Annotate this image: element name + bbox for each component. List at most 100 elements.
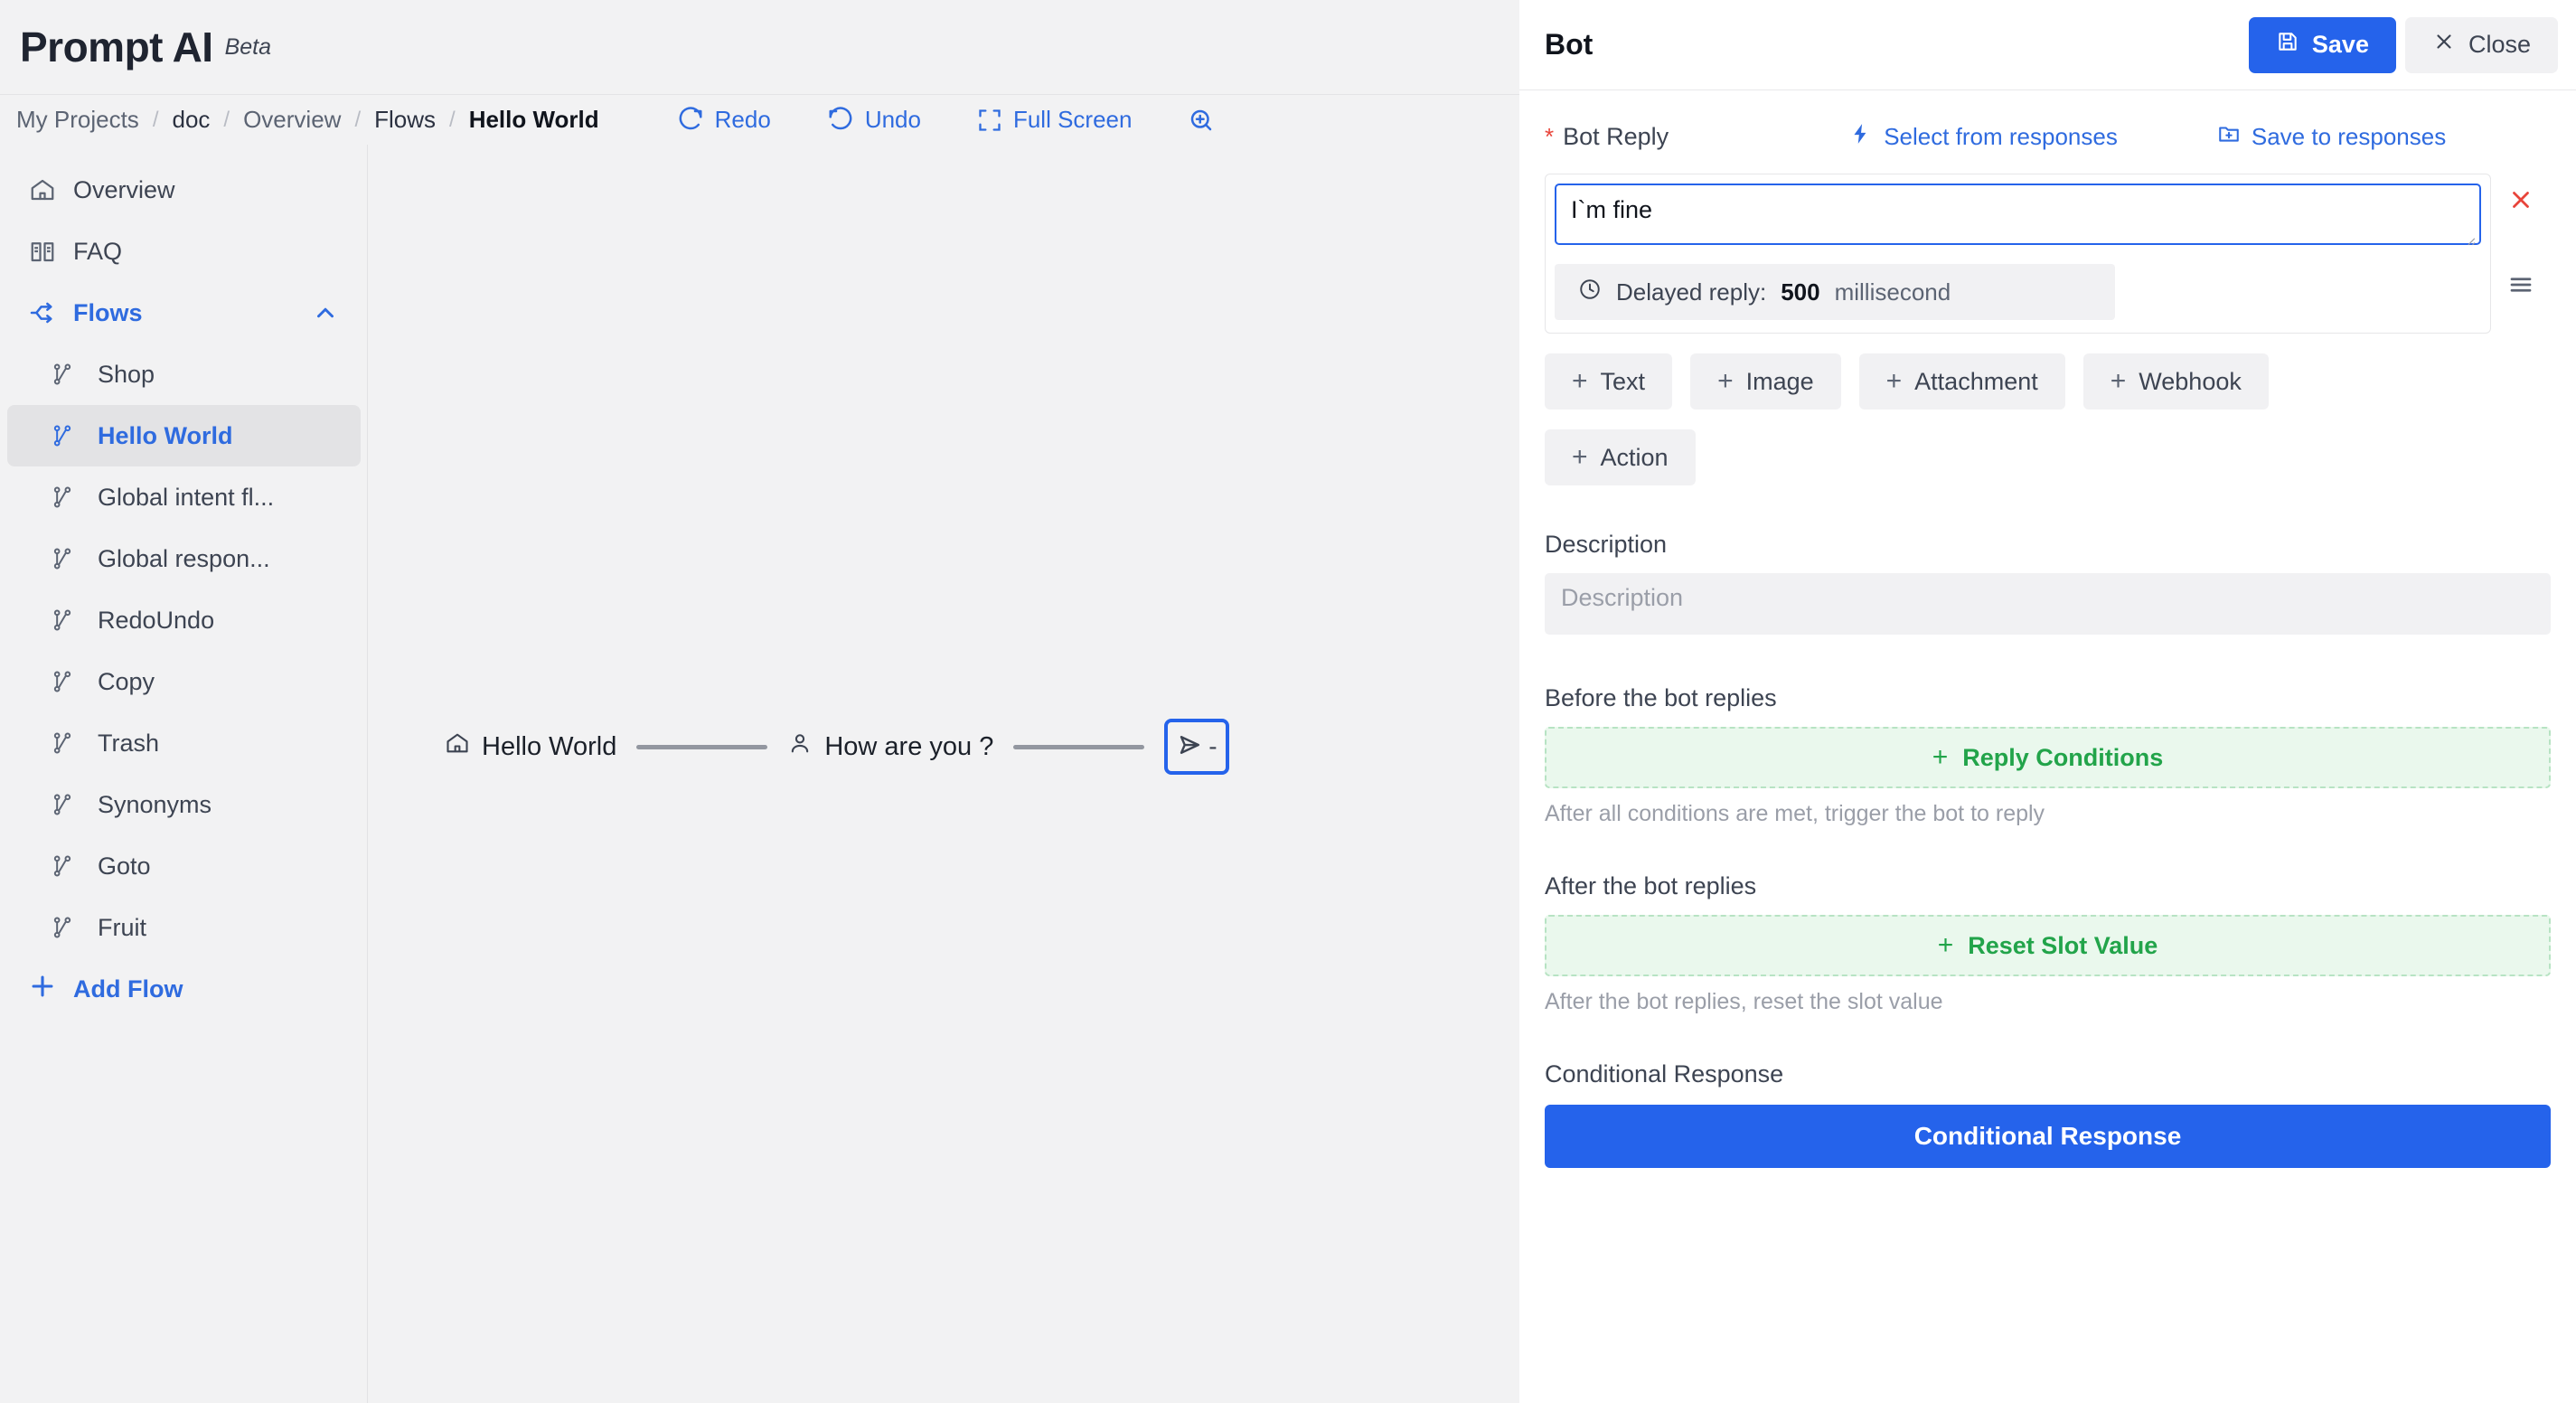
sidebar-item-faq[interactable]: FAQ — [7, 221, 361, 282]
breadcrumb-item-doc[interactable]: doc — [172, 106, 210, 134]
plus-icon: + — [1885, 366, 1903, 396]
conditional-response-button[interactable]: Conditional Response — [1545, 1105, 2551, 1168]
delayed-reply-unit: millisecond — [1834, 278, 1951, 306]
lightning-icon — [1849, 122, 1873, 152]
breadcrumb: My Projects / doc / Overview / Flows / H… — [16, 106, 599, 134]
delete-reply-button[interactable] — [2507, 186, 2534, 219]
add-webhook-button[interactable]: + Webhook — [2082, 353, 2269, 410]
breadcrumb-item-my-projects[interactable]: My Projects — [16, 106, 139, 134]
sidebar-item-trash[interactable]: Trash — [7, 712, 361, 774]
sidebar-item-shop[interactable]: Shop — [7, 344, 361, 405]
flow-connector — [636, 744, 768, 749]
undo-icon — [827, 106, 854, 134]
branch-icon — [47, 730, 78, 756]
sidebar-item-label: Goto — [98, 852, 151, 880]
brand-bar: Prompt AI Beta — [0, 0, 1519, 95]
add-flow-label: Add Flow — [73, 975, 183, 1003]
description-input[interactable] — [1545, 573, 2551, 635]
flow-connector — [1013, 744, 1145, 749]
flow-node-label: Hello World — [482, 731, 617, 761]
save-to-responses-label: Save to responses — [2251, 122, 2447, 150]
sidebar-item-goto[interactable]: Goto — [7, 835, 361, 897]
plus-icon: + — [1717, 366, 1734, 396]
folder-plus-icon — [2217, 122, 2241, 152]
sidebar-item-fruit[interactable]: Fruit — [7, 897, 361, 958]
flow-branch-icon — [27, 298, 58, 327]
reply-conditions-label: Reply Conditions — [1962, 743, 2164, 771]
panel-title: Bot — [1545, 28, 1594, 61]
bot-reply-card: Delayed reply: 500 millisecond — [1545, 174, 2491, 334]
add-image-label: Image — [1745, 367, 1814, 395]
conditional-response-label: Conditional Response — [1913, 1122, 2182, 1150]
breadcrumb-separator: / — [449, 107, 456, 132]
drag-handle-icon[interactable] — [2507, 271, 2534, 303]
sidebar-item-redoundo[interactable]: RedoUndo — [7, 589, 361, 651]
add-image-button[interactable]: + Image — [1690, 353, 1841, 410]
save-button[interactable]: Save — [2248, 16, 2396, 73]
sidebar-item-label: Global respon... — [98, 544, 270, 572]
sidebar-item-label: FAQ — [73, 237, 123, 265]
after-reply-hint: After the bot replies, reset the slot va… — [1545, 989, 1943, 1014]
add-text-button[interactable]: + Text — [1545, 353, 1673, 410]
floppy-disk-icon — [2276, 30, 2299, 60]
breadcrumb-separator: / — [354, 107, 362, 132]
sidebar-item-label: Trash — [98, 729, 160, 757]
sidebar-item-flows[interactable]: Flows — [7, 282, 361, 344]
sidebar-item-label: Overview — [73, 175, 175, 203]
undo-button[interactable]: Undo — [827, 106, 921, 134]
flow-node-bot-selected[interactable]: - — [1164, 719, 1230, 775]
breadcrumb-item-flows[interactable]: Flows — [374, 106, 436, 134]
delayed-reply-bar[interactable]: Delayed reply: 500 millisecond — [1555, 264, 2115, 320]
reset-slot-value-button[interactable]: + Reset Slot Value — [1545, 915, 2551, 976]
flow-node-user[interactable]: How are you ? — [787, 730, 993, 763]
delayed-reply-value[interactable]: 500 — [1781, 278, 1819, 306]
sidebar-item-label: Copy — [98, 667, 155, 695]
add-action-button[interactable]: + Action — [1545, 429, 1696, 485]
fullscreen-button[interactable]: Full Screen — [977, 106, 1132, 134]
sidebar-item-copy[interactable]: Copy — [7, 651, 361, 712]
add-content-buttons: + Text + Image + Attachment + Webhook — [1545, 353, 2551, 410]
breadcrumb-toolbar-row: My Projects / doc / Overview / Flows / H… — [0, 95, 1519, 145]
bot-reply-side-actions — [2491, 174, 2551, 303]
bot-reply-label: Bot Reply — [1563, 122, 1669, 150]
sidebar-item-global-intent-flow[interactable]: Global intent fl... — [7, 466, 361, 528]
add-action-label: Action — [1600, 443, 1669, 471]
flow-node-start[interactable]: Hello World — [445, 730, 616, 763]
reply-conditions-button[interactable]: + Reply Conditions — [1545, 727, 2551, 788]
sidebar-item-synonyms[interactable]: Synonyms — [7, 774, 361, 835]
zoom-in-button[interactable] — [1188, 107, 1215, 134]
sidebar-item-overview[interactable]: Overview — [7, 159, 361, 221]
user-icon — [787, 730, 813, 763]
description-label: Description — [1545, 531, 1668, 558]
add-attachment-button[interactable]: + Attachment — [1858, 353, 2065, 410]
sidebar-item-global-responses[interactable]: Global respon... — [7, 528, 361, 589]
bot-reply-input[interactable] — [1555, 184, 2481, 245]
breadcrumb-item-overview[interactable]: Overview — [243, 106, 341, 134]
close-button[interactable]: Close — [2404, 16, 2558, 73]
add-flow-button[interactable]: Add Flow — [7, 958, 361, 1020]
bot-reply-textarea-wrap — [1555, 184, 2481, 250]
branch-icon — [47, 362, 78, 387]
send-icon — [1177, 731, 1204, 763]
save-to-responses-button[interactable]: Save to responses — [2217, 122, 2446, 152]
conditional-response-title: Conditional Response — [1545, 1060, 1784, 1088]
branch-icon — [47, 423, 78, 448]
chevron-up-icon[interactable] — [312, 299, 339, 326]
flow-chain: Hello World How are you ? - — [445, 719, 1230, 775]
sidebar-item-label: RedoUndo — [98, 606, 215, 634]
breadcrumb-separator: / — [152, 107, 159, 132]
select-from-responses-label: Select from responses — [1884, 122, 2118, 150]
beta-badge: Beta — [224, 33, 272, 60]
panel-header-actions: Save Close — [2248, 16, 2558, 73]
redo-button[interactable]: Redo — [677, 106, 771, 134]
book-icon — [27, 238, 58, 265]
panel-body: * Bot Reply Select from responses Save t… — [1519, 90, 2576, 1403]
breadcrumb-item-hello-world[interactable]: Hello World — [469, 106, 599, 134]
select-from-responses-button[interactable]: Select from responses — [1849, 122, 2118, 152]
flow-canvas[interactable]: Hello World How are you ? - — [368, 145, 1519, 1403]
sidebar-item-hello-world[interactable]: Hello World — [7, 405, 361, 466]
before-reply-hint: After all conditions are met, trigger th… — [1545, 801, 2045, 826]
bot-reply-row: Delayed reply: 500 millisecond — [1545, 174, 2551, 334]
add-attachment-label: Attachment — [1914, 367, 2038, 395]
before-reply-title: Before the bot replies — [1545, 684, 1777, 711]
